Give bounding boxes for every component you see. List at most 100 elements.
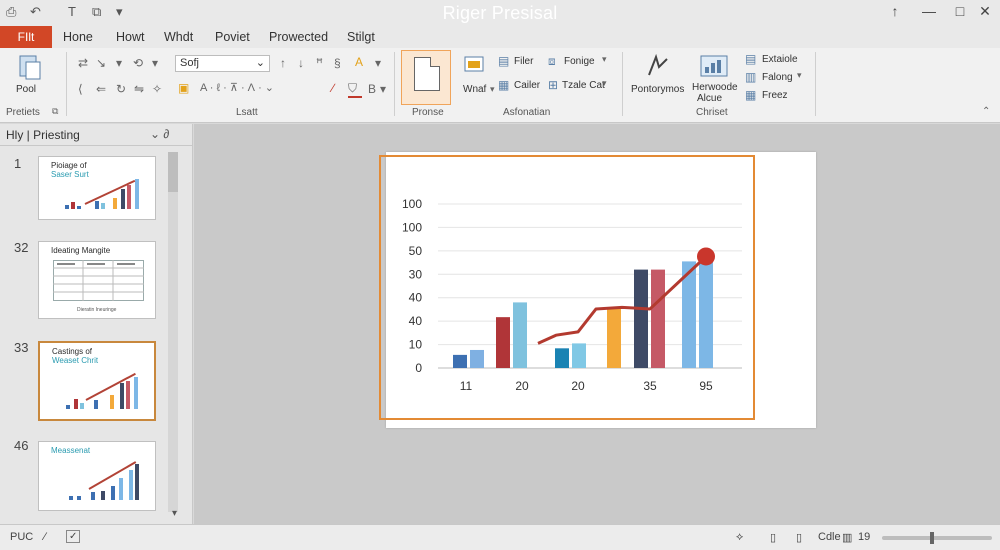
filter-icon[interactable]: ▤	[498, 54, 509, 68]
filter-label[interactable]: Filer	[514, 56, 533, 67]
table-dropdown-icon[interactable]: ▾	[602, 78, 607, 89]
format-icon[interactable]: ⇄	[78, 56, 88, 70]
x-tick-label: 20	[571, 379, 585, 393]
slide-number: 1	[14, 156, 22, 171]
table-icon[interactable]: ⊞	[548, 78, 558, 92]
slide-thumbnail-3[interactable]: Castings of Weaset Chrit	[38, 341, 156, 421]
paragraph-icon[interactable]: ꟸ	[316, 56, 323, 70]
collapse-ribbon-icon[interactable]: ⌃	[982, 106, 990, 117]
zoom-slider[interactable]	[882, 536, 992, 540]
tab-slideshow[interactable]: Stilgt	[347, 30, 375, 44]
thumb-bar	[101, 203, 105, 209]
thumb-bar	[135, 464, 139, 500]
rotate-icon[interactable]: ⟲	[133, 56, 143, 70]
pen-icon[interactable]	[645, 53, 671, 79]
fontige-icon[interactable]: ⧈	[548, 54, 556, 69]
minimize-button[interactable]: —	[918, 3, 940, 19]
thumb-bar	[91, 492, 95, 500]
panel-scrollbar[interactable]	[168, 152, 178, 512]
notes-icon[interactable]: ⟡	[736, 531, 743, 544]
falong-dropdown-icon[interactable]: ▾	[797, 70, 802, 81]
chart-icon[interactable]	[699, 53, 729, 79]
thumb-bar	[74, 399, 78, 409]
new-slide-button[interactable]	[401, 50, 451, 105]
edit-icon[interactable]: ∕	[44, 531, 46, 543]
caller-icon[interactable]: ▦	[498, 78, 509, 92]
what-dropdown-icon[interactable]: ▾	[490, 84, 495, 95]
more-icon[interactable]: ▾	[152, 56, 158, 70]
panel-controls-icon[interactable]: ⌄ ∂	[150, 127, 169, 141]
fill-icon[interactable]: ⛉	[348, 81, 357, 96]
font-color-icon[interactable]: ∕	[332, 81, 334, 95]
symbol-icon[interactable]: §	[334, 56, 341, 70]
arrow-icon[interactable]: ↘	[96, 56, 106, 70]
fontige-label[interactable]: Fonige	[564, 56, 595, 67]
what-label[interactable]: Wnaf	[463, 84, 486, 95]
pontorymos-label[interactable]: Pontorymos	[631, 84, 684, 95]
bold-icon[interactable]: B	[368, 82, 376, 96]
chart-bar	[699, 261, 713, 368]
accessibility-icon[interactable]: ✓	[66, 530, 81, 543]
font-dropdown-icon[interactable]: ⌄	[256, 56, 265, 71]
thumb-bar	[127, 185, 131, 209]
extaide-label[interactable]: Extaiole	[762, 54, 798, 65]
caller-label[interactable]: Cailer	[514, 80, 540, 91]
tab-animations[interactable]: Prowected	[269, 30, 328, 44]
slide-number: 33	[14, 340, 29, 355]
lock-icon[interactable]: ▣	[178, 81, 189, 95]
separator	[815, 52, 816, 116]
dropdown-icon[interactable]: ▾	[116, 56, 122, 70]
link-icon[interactable]: ⇋	[134, 82, 144, 96]
maximize-button[interactable]: □	[949, 3, 971, 19]
thumb-bar	[135, 179, 139, 209]
tab-insert[interactable]: Howt	[116, 30, 144, 44]
tab-design[interactable]: Whdt	[164, 30, 193, 44]
dialog-launcher-icon[interactable]: ⧉	[52, 106, 58, 117]
table-label[interactable]: Tzale Cat	[562, 80, 605, 91]
bar-chart[interactable]: 1001005030404010011 20 20 35 95	[386, 152, 816, 428]
highlight-dropdown-icon[interactable]: ▾	[375, 56, 381, 70]
bold-dropdown-icon[interactable]: ▾	[380, 82, 386, 96]
tab-file[interactable]: FIlt	[0, 26, 52, 48]
picture-icon[interactable]	[463, 54, 487, 76]
thumb-bar	[77, 206, 81, 209]
fontige-dropdown-icon[interactable]: ▾	[602, 54, 607, 65]
freez-label[interactable]: Freez	[762, 90, 788, 101]
falong-icon[interactable]: ▥	[745, 70, 756, 84]
chart-bar	[634, 269, 648, 368]
indent-icon[interactable]: ⇐	[96, 82, 106, 96]
ribbon-display-icon[interactable]: ↑	[884, 3, 906, 19]
freez-icon[interactable]: ▦	[745, 88, 756, 102]
paste-label[interactable]: Pool	[16, 84, 36, 95]
font-format-icon[interactable]: A · ℓ · ⊼ · Ʌ · ⌄	[200, 81, 274, 94]
align-left-icon[interactable]: ⟨	[78, 82, 83, 96]
alcue-label[interactable]: Alcue	[697, 93, 722, 104]
slide-thumbnail-2[interactable]: Ideating Mangite Dieratin Ineuringe	[38, 241, 156, 319]
slide-thumbnail-1[interactable]: Pioiage of Saser Surt	[38, 156, 156, 220]
panel-scrollbar-thumb[interactable]	[168, 152, 178, 192]
extaide-icon[interactable]: ▤	[745, 52, 756, 66]
grow-font-icon[interactable]: ↑	[280, 56, 286, 70]
slide-sorter-icon[interactable]: ▯	[796, 531, 802, 544]
separator	[622, 52, 623, 116]
normal-view-icon[interactable]: ▯	[770, 531, 776, 544]
zoom-icon[interactable]: ▥	[842, 531, 852, 544]
close-button[interactable]: ✕	[974, 3, 996, 20]
tab-transitions[interactable]: Poviet	[215, 30, 250, 44]
highlight-icon[interactable]: A	[355, 55, 363, 69]
paste-icon[interactable]	[17, 53, 43, 81]
shapes-icon[interactable]: ✧	[152, 82, 162, 96]
slide-thumbnail-4[interactable]: Meassenat	[38, 441, 156, 511]
herwoode-label[interactable]: Herwoode	[692, 82, 738, 93]
shrink-font-icon[interactable]: ↓	[298, 56, 304, 70]
panel-scroll-down-icon[interactable]: ▾	[172, 508, 177, 519]
current-slide[interactable]: 100 100 50 30 40 40 10 0 11 20 20 35 95	[386, 152, 816, 428]
zoom-level[interactable]: 19	[858, 531, 870, 543]
falong-label[interactable]: Falong	[762, 72, 793, 83]
slide-thumbnails-panel: Hly | Priesting ⌄ ∂ 1 Pioiage of Saser S…	[0, 124, 193, 524]
redo-icon[interactable]: ↻	[116, 82, 126, 96]
font-name-input[interactable]: Sofj ⌄	[175, 55, 270, 72]
tab-home[interactable]: Hone	[63, 30, 93, 44]
x-tick-label: 35	[643, 379, 657, 393]
zoom-slider-knob[interactable]	[930, 532, 934, 544]
